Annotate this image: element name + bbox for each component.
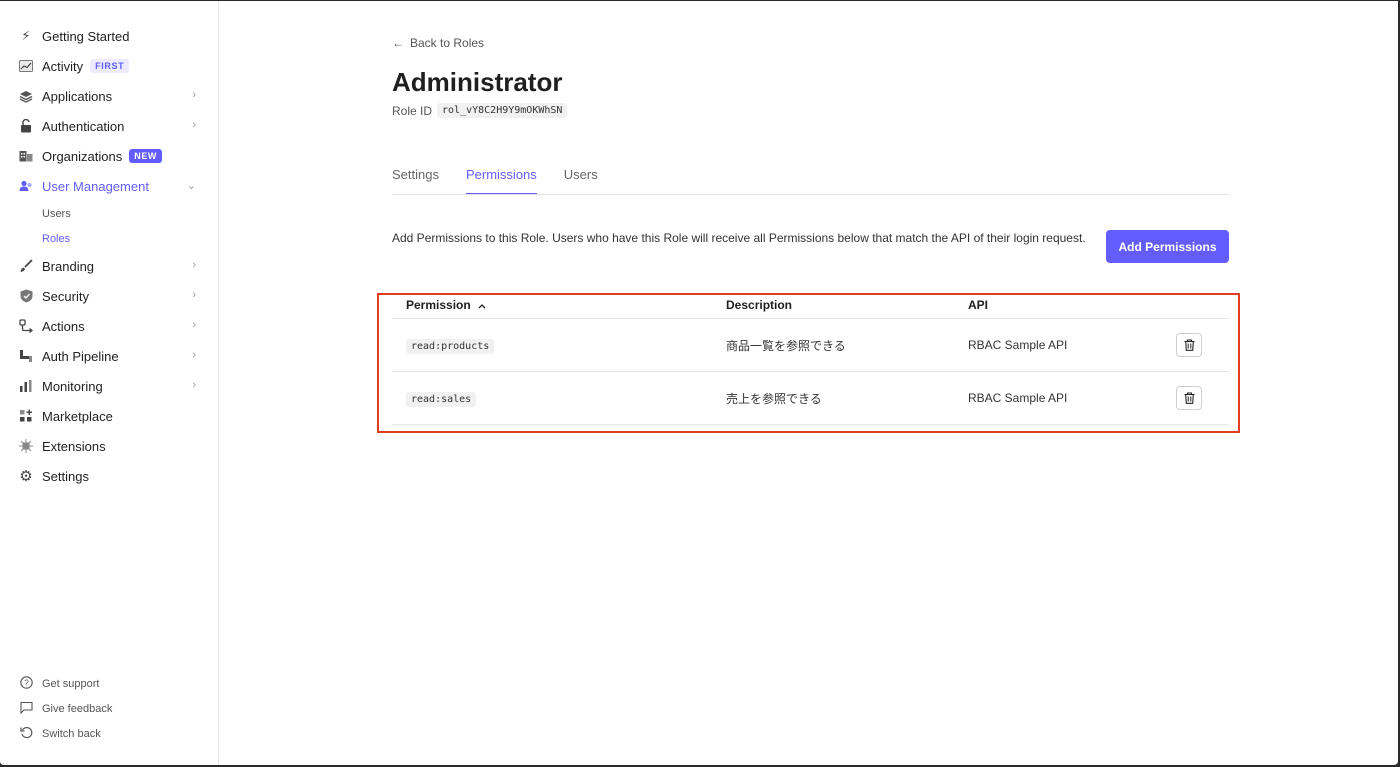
sidebar-item-settings[interactable]: ⚙ Settings — [0, 461, 218, 491]
add-permissions-button[interactable]: Add Permissions — [1106, 230, 1229, 263]
sidebar-item-label: Extensions — [42, 438, 106, 454]
chevron-right-icon: › — [192, 319, 196, 331]
new-badge: NEW — [129, 149, 163, 163]
sidebar-item-monitoring[interactable]: Monitoring › — [0, 371, 218, 401]
sidebar-item-extensions[interactable]: Extensions — [0, 431, 218, 461]
tab-settings[interactable]: Settings — [392, 165, 439, 194]
sidebar-item-organizations[interactable]: Organizations NEW — [0, 141, 218, 171]
lightning-icon: ⚡ — [21, 28, 31, 43]
sidebar-item-marketplace[interactable]: Marketplace — [0, 401, 218, 431]
chevron-right-icon: › — [192, 259, 196, 271]
tab-permissions[interactable]: Permissions — [465, 165, 537, 194]
role-id: Role ID rol_vY8C2H9Y9mOKWhSN — [392, 103, 568, 118]
activity-icon — [18, 58, 34, 74]
role-id-value[interactable]: rol_vY8C2H9Y9mOKWhSN — [437, 103, 568, 118]
sidebar-item-branding[interactable]: Branding › — [0, 251, 218, 281]
sidebar-nav: ⚡ Getting Started Activity FIRST Applica… — [0, 21, 218, 491]
users-icon — [18, 178, 34, 194]
message-icon — [18, 701, 34, 717]
svg-text:?: ? — [24, 678, 29, 687]
sidebar-item-label: Organizations — [42, 148, 123, 164]
get-support-label: Get support — [42, 677, 100, 690]
brush-icon — [18, 258, 34, 274]
shield-icon — [18, 288, 34, 304]
layers-icon — [18, 88, 34, 104]
pipeline-icon — [18, 348, 34, 364]
sidebar-subitem-users[interactable]: Users — [0, 201, 218, 226]
chevron-right-icon: › — [192, 89, 196, 101]
back-to-roles-link[interactable]: ← Back to Roles — [392, 36, 484, 50]
sidebar-item-user-management[interactable]: User Management ⌄ — [0, 171, 218, 201]
sidebar-item-applications[interactable]: Applications › — [0, 81, 218, 111]
sidebar-item-label: Authentication — [42, 118, 125, 134]
page-title: Administrator — [392, 67, 563, 97]
sidebar-item-label: Marketplace — [42, 408, 113, 424]
sidebar-item-label: Activity — [42, 58, 84, 74]
app-window: ⚡ Getting Started Activity FIRST Applica… — [0, 1, 1398, 765]
grid-plus-icon — [18, 408, 34, 424]
building-icon — [18, 148, 34, 164]
sidebar-item-activity[interactable]: Activity FIRST — [0, 51, 218, 81]
sidebar-item-label: Monitoring — [42, 378, 103, 394]
role-id-label: Role ID — [392, 103, 433, 118]
sidebar-item-label: Getting Started — [42, 28, 130, 44]
sidebar-item-security[interactable]: Security › — [0, 281, 218, 311]
lock-icon — [18, 118, 34, 134]
extension-icon — [18, 438, 34, 454]
undo-icon — [18, 726, 34, 742]
sidebar-item-label: Settings — [42, 468, 89, 484]
sidebar-footer: ? Get support Give feedback Switch back — [0, 671, 218, 746]
annotation-highlight-box — [377, 293, 1240, 433]
chevron-down-icon: ⌄ — [186, 180, 196, 192]
sidebar-item-label: Branding — [42, 258, 95, 274]
sidebar-item-getting-started[interactable]: ⚡ Getting Started — [0, 21, 218, 51]
arrow-left-icon: ← — [392, 36, 404, 50]
permissions-description: Add Permissions to this Role. Users who … — [392, 231, 1086, 245]
sidebar-item-label: User Management — [42, 178, 149, 194]
sidebar-item-label: Security — [42, 288, 89, 304]
sidebar-item-actions[interactable]: Actions › — [0, 311, 218, 341]
sidebar-item-authentication[interactable]: Authentication › — [0, 111, 218, 141]
switch-back-label: Switch back — [42, 727, 101, 740]
sidebar-item-label: Applications — [42, 88, 113, 104]
back-label: Back to Roles — [410, 36, 485, 50]
tab-bar: Settings Permissions Users — [392, 165, 1229, 195]
switch-back-link[interactable]: Switch back — [0, 721, 218, 746]
sidebar-subitem-roles[interactable]: Roles — [0, 226, 218, 251]
sidebar-item-label: Actions — [42, 318, 85, 334]
gear-icon: ⚙ — [19, 468, 33, 485]
sidebar-item-auth-pipeline[interactable]: Auth Pipeline › — [0, 341, 218, 371]
chevron-right-icon: › — [192, 379, 196, 391]
give-feedback-label: Give feedback — [42, 702, 113, 715]
sidebar-item-label: Auth Pipeline — [42, 348, 119, 364]
get-support-link[interactable]: ? Get support — [0, 671, 218, 696]
first-badge: FIRST — [90, 59, 130, 73]
help-circle-icon: ? — [18, 675, 34, 692]
chevron-right-icon: › — [192, 349, 196, 361]
chevron-right-icon: › — [192, 119, 196, 131]
sidebar: ⚡ Getting Started Activity FIRST Applica… — [0, 1, 219, 765]
bar-chart-icon — [18, 378, 34, 394]
actions-icon — [18, 318, 34, 334]
chevron-right-icon: › — [192, 289, 196, 301]
give-feedback-link[interactable]: Give feedback — [0, 696, 218, 721]
tab-users[interactable]: Users — [564, 165, 598, 194]
